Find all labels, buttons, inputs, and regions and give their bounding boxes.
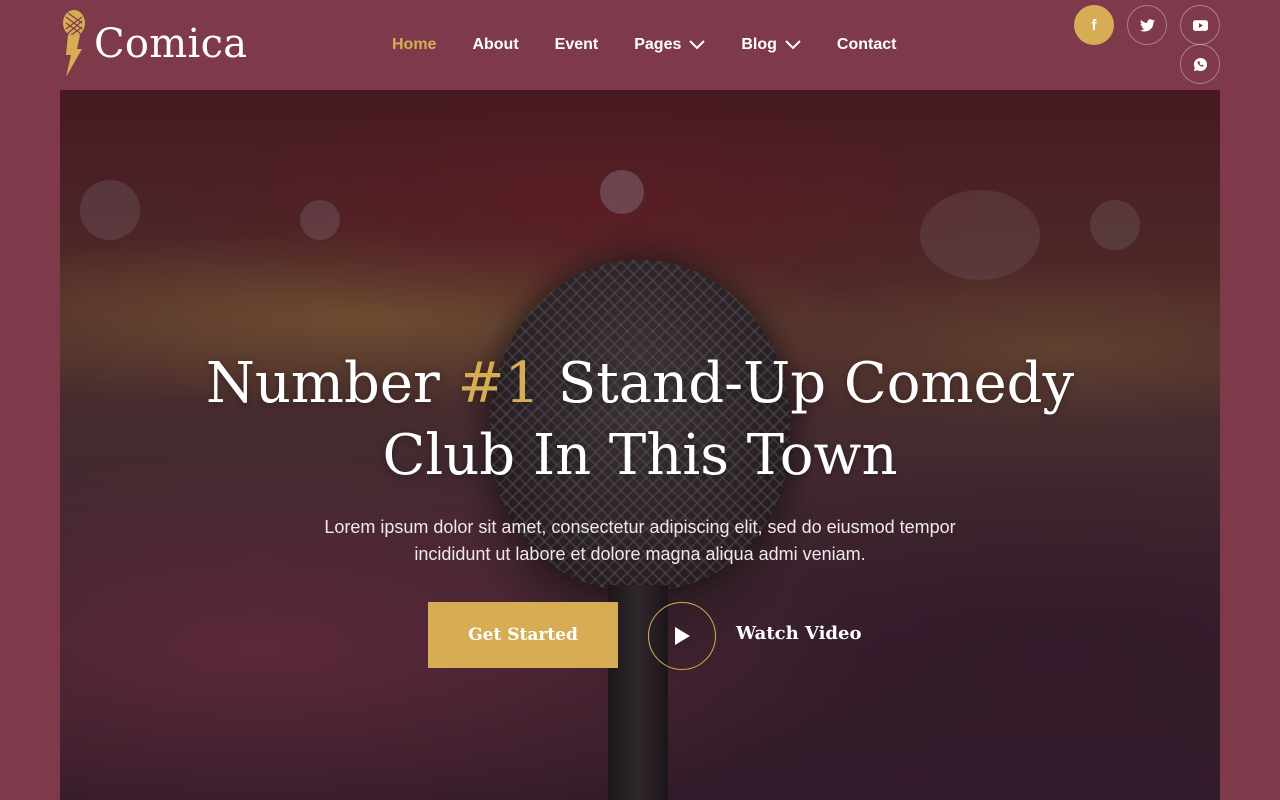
hero-title-part1: Number	[205, 351, 458, 416]
nav-item-label: Home	[392, 36, 437, 53]
youtube-link[interactable]	[1180, 5, 1220, 45]
nav-item-contact[interactable]: Contact	[837, 34, 897, 56]
hero-title-accent: #1	[457, 351, 541, 416]
nav-item-pages[interactable]: Pages	[634, 34, 706, 56]
main-nav: Home About Event Pages Blog Contact	[392, 34, 932, 56]
nav-item-label: Event	[554, 36, 599, 53]
whatsapp-link[interactable]	[1180, 44, 1220, 84]
hero-title: Number #1 Stand-Up Comedy Club In This T…	[60, 348, 1220, 492]
logo[interactable]: Comica	[58, 8, 247, 80]
facebook-link[interactable]: f	[1074, 5, 1114, 45]
get-started-button[interactable]: Get Started	[428, 602, 618, 668]
site-header: Comica Home About Event Pages Blog Conta…	[0, 0, 1280, 90]
microphone-lightning-icon	[63, 10, 85, 77]
hero-title-part2: Stand-Up Comedy	[540, 351, 1075, 416]
twitter-link[interactable]	[1127, 5, 1167, 45]
hero-section: Number #1 Stand-Up Comedy Club In This T…	[60, 90, 1220, 800]
chevron-down-icon	[785, 40, 801, 50]
nav-item-event[interactable]: Event	[555, 34, 599, 56]
nav-item-label: Pages	[634, 36, 682, 53]
get-started-label: Get Started	[468, 625, 578, 645]
chevron-down-icon	[689, 40, 706, 50]
whatsapp-icon	[1193, 57, 1207, 71]
nav-item-about[interactable]: About	[472, 34, 518, 56]
nav-item-label: Blog	[741, 36, 777, 53]
nav-item-label: About	[472, 36, 519, 53]
facebook-icon: f	[1091, 16, 1097, 34]
brand-name: Comica	[94, 21, 248, 67]
nav-item-label: Contact	[836, 36, 897, 53]
nav-item-home[interactable]: Home	[392, 34, 436, 56]
play-icon	[675, 627, 690, 645]
nav-item-blog[interactable]: Blog	[741, 34, 801, 56]
watch-video-button[interactable]	[648, 602, 716, 670]
hero-description: Lorem ipsum dolor sit amet, consectetur …	[324, 517, 956, 564]
twitter-icon	[1139, 18, 1155, 31]
youtube-icon	[1192, 19, 1208, 31]
watch-video-link[interactable]: Watch Video	[736, 623, 861, 644]
hero-content: Number #1 Stand-Up Comedy Club In This T…	[60, 90, 1220, 800]
hero-title-line2: Club In This Town	[382, 423, 898, 488]
